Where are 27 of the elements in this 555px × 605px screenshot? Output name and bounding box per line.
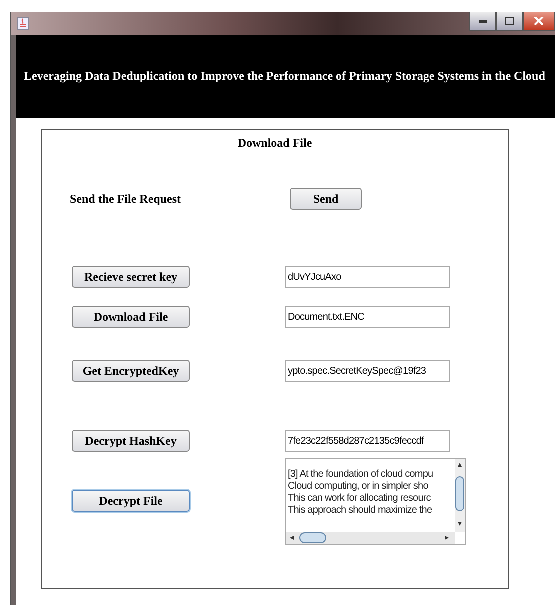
vertical-scrollbar[interactable] (455, 458, 465, 532)
action-button[interactable]: Decrypt HashKey (72, 430, 190, 452)
action-button[interactable]: Get EncryptedKey (72, 360, 190, 382)
maximize-icon (505, 17, 514, 25)
text-area[interactable]: [3] At the foundation of cloud compu Cloud computing, or in simpler sho This can work for allocating resourc This approach should maximize the (285, 458, 466, 544)
close-icon (534, 17, 544, 25)
horizontal-scrollbar[interactable] (286, 532, 455, 544)
panel-title: Download File (236, 136, 314, 151)
text-line: [3] At the foundation of cloud compu (288, 468, 434, 480)
request-label: Send the File Request (70, 192, 182, 206)
text-line: This approach should maximize the (288, 504, 434, 516)
text-field[interactable]: Document.txt.ENC (285, 306, 450, 328)
minimize-button[interactable] (469, 12, 496, 31)
minimize-icon (478, 20, 486, 22)
action-button[interactable]: Send (290, 188, 362, 210)
java-icon (17, 17, 29, 30)
action-button[interactable]: Recieve secret key (72, 266, 190, 288)
action-button[interactable]: Decrypt File (72, 490, 190, 512)
text-field[interactable]: dUvYJcuAxo (285, 266, 450, 288)
action-button[interactable]: Download File (72, 306, 190, 328)
banner-title: Leveraging Data Deduplication to Improve the Performance of Primary Storage Systems in the Cloud (24, 69, 546, 84)
text-field[interactable]: 7fe23c22f558d287c2135c9feccdf (285, 430, 450, 452)
close-button[interactable] (523, 12, 555, 31)
text-line: Cloud computing, or in simpler sho (288, 480, 430, 492)
maximize-button[interactable] (496, 12, 523, 31)
text-field[interactable]: ypto.spec.SecretKeySpec@19f23 (285, 360, 450, 382)
text-line: This can work for allocating resourc (288, 492, 432, 504)
